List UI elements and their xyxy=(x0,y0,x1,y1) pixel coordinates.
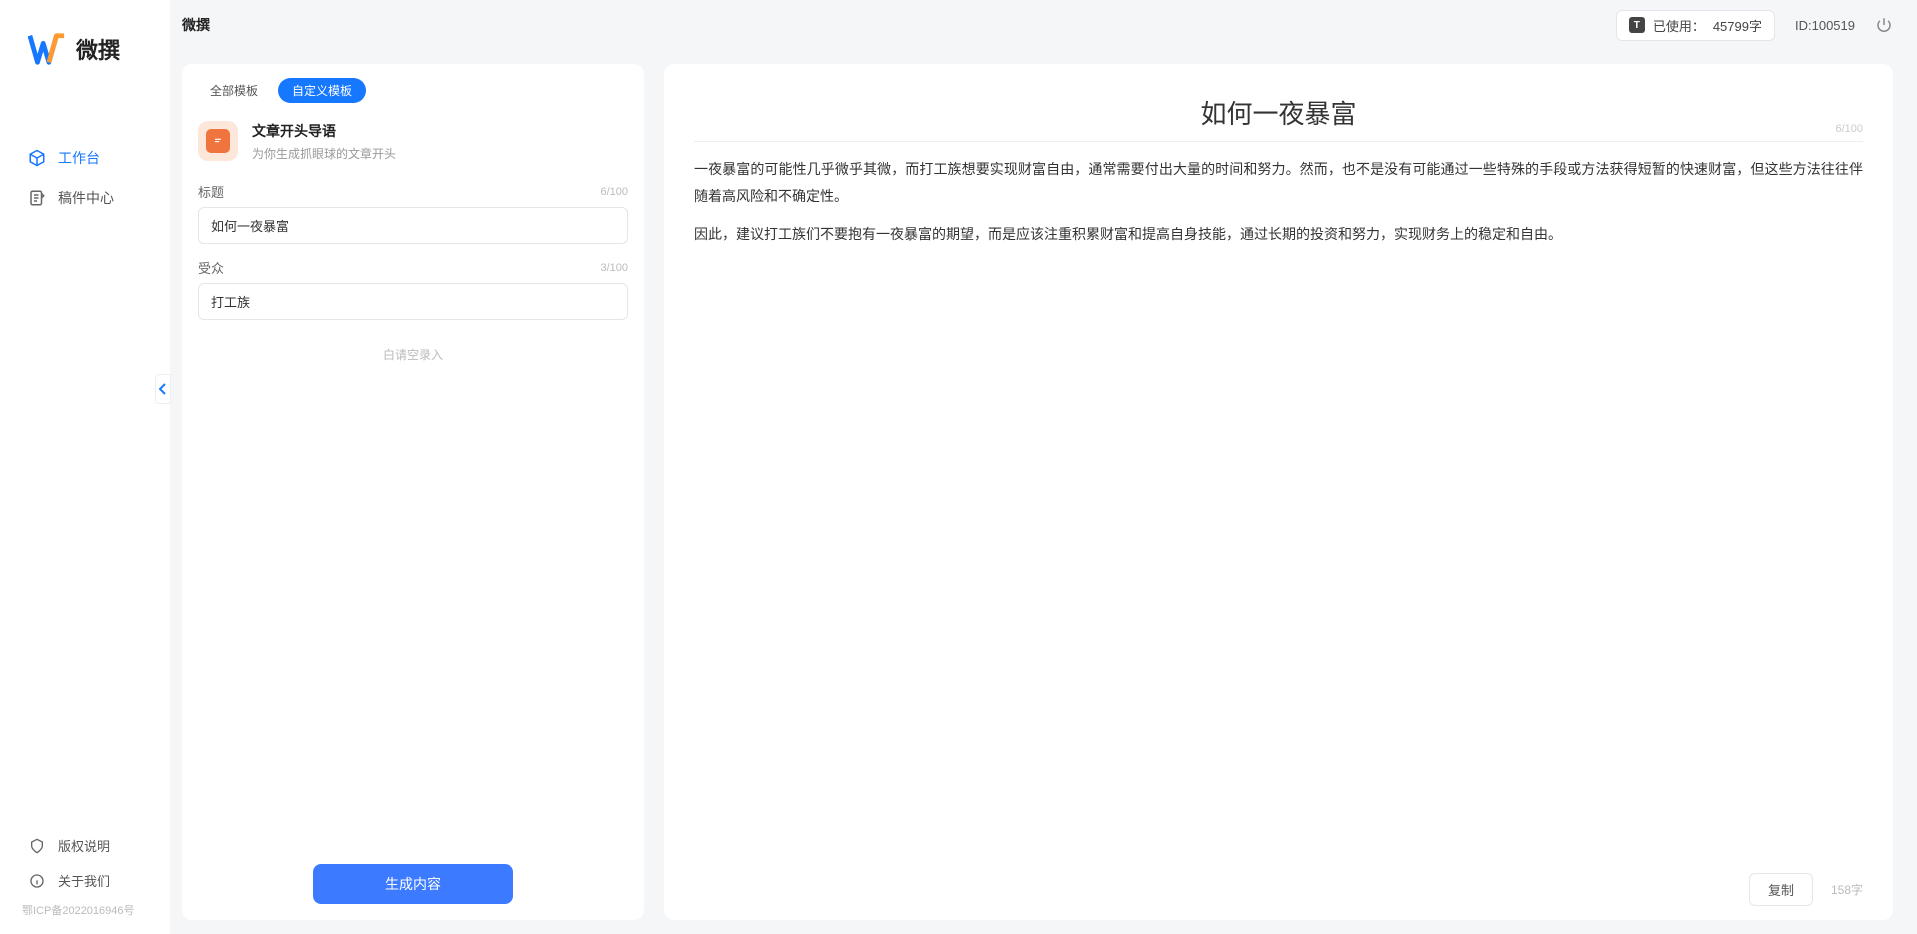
power-icon[interactable] xyxy=(1875,16,1893,34)
template-name: 文章开头导语 xyxy=(252,121,396,141)
audience-input[interactable] xyxy=(198,283,628,320)
doc-icon xyxy=(28,189,46,207)
output-title-count: 6/100 xyxy=(1835,123,1863,135)
sidebar-item-label: 稿件中心 xyxy=(58,188,114,208)
text-quota-icon: T xyxy=(1629,17,1645,33)
icp-text: 鄂ICP备2022016946号 xyxy=(0,898,170,924)
copy-button[interactable]: 复制 xyxy=(1749,873,1813,906)
user-id: ID:100519 xyxy=(1795,18,1855,33)
page-title: 微撰 xyxy=(182,15,210,35)
sidebar-item-label: 工作台 xyxy=(58,148,100,168)
generate-button[interactable]: 生成内容 xyxy=(313,864,513,904)
topbar: 微撰 T 已使用： 45799字 ID:100519 xyxy=(170,0,1917,50)
sidebar-item-label: 版权说明 xyxy=(58,836,110,855)
usage-badge[interactable]: T 已使用： 45799字 xyxy=(1616,10,1775,41)
field-label: 标题 xyxy=(198,182,224,201)
field-label: 受众 xyxy=(198,258,224,277)
field-count: 3/100 xyxy=(600,262,628,274)
sidebar-item-drafts[interactable]: 稿件中心 xyxy=(0,178,170,218)
brand-name: 微撰 xyxy=(76,33,120,65)
shield-icon xyxy=(28,837,46,855)
tab-custom-template[interactable]: 自定义模板 xyxy=(278,78,366,103)
title-input[interactable] xyxy=(198,207,628,244)
logo[interactable]: 微撰 xyxy=(0,0,170,88)
output-body: 一夜暴富的可能性几乎微乎其微，而打工族想要实现财富自由，通常需要付出大量的时间和… xyxy=(694,156,1863,260)
sidebar-item-about[interactable]: 关于我们 xyxy=(0,863,170,898)
input-panel: 全部模板 自定义模板 文章开头导语 为你生成抓眼球的文章开头 xyxy=(182,64,644,920)
cube-icon xyxy=(28,149,46,167)
output-char-count: 158字 xyxy=(1831,881,1863,898)
tab-all-templates[interactable]: 全部模板 xyxy=(196,78,272,103)
output-title: 如何一夜暴富 xyxy=(694,84,1863,137)
output-paragraph: 一夜暴富的可能性几乎微乎其微，而打工族想要实现财富自由，通常需要付出大量的时间和… xyxy=(694,156,1863,209)
field-count: 6/100 xyxy=(600,186,628,198)
selected-template: 文章开头导语 为你生成抓眼球的文章开头 xyxy=(182,103,644,172)
sidebar-item-copyright[interactable]: 版权说明 xyxy=(0,828,170,863)
sidebar: 微撰 工作台 稿件中心 版权说明 xyxy=(0,0,170,934)
output-paragraph: 因此，建议打工族们不要抱有一夜暴富的期望，而是应该注重积累财富和提高自身技能，通… xyxy=(694,221,1863,248)
template-desc: 为你生成抓眼球的文章开头 xyxy=(252,145,396,162)
logo-icon xyxy=(28,30,66,68)
field-title: 标题 6/100 xyxy=(198,182,628,244)
template-tabs: 全部模板 自定义模板 xyxy=(182,64,644,103)
sidebar-bottom: 版权说明 关于我们 鄂ICP备2022016946号 xyxy=(0,828,170,934)
template-icon xyxy=(198,121,238,161)
output-panel: 如何一夜暴富 6/100 一夜暴富的可能性几乎微乎其微，而打工族想要实现财富自由… xyxy=(664,64,1893,920)
usage-label: 已使用： xyxy=(1653,16,1705,35)
usage-value: 45799字 xyxy=(1713,16,1762,35)
sidebar-item-label: 关于我们 xyxy=(58,871,110,890)
sidebar-item-workbench[interactable]: 工作台 xyxy=(0,138,170,178)
field-audience: 受众 3/100 xyxy=(198,258,628,320)
collapse-sidebar-button[interactable] xyxy=(155,374,171,404)
voice-hint: 白请空录入 xyxy=(198,334,628,375)
main-nav: 工作台 稿件中心 xyxy=(0,88,170,828)
info-icon xyxy=(28,872,46,890)
